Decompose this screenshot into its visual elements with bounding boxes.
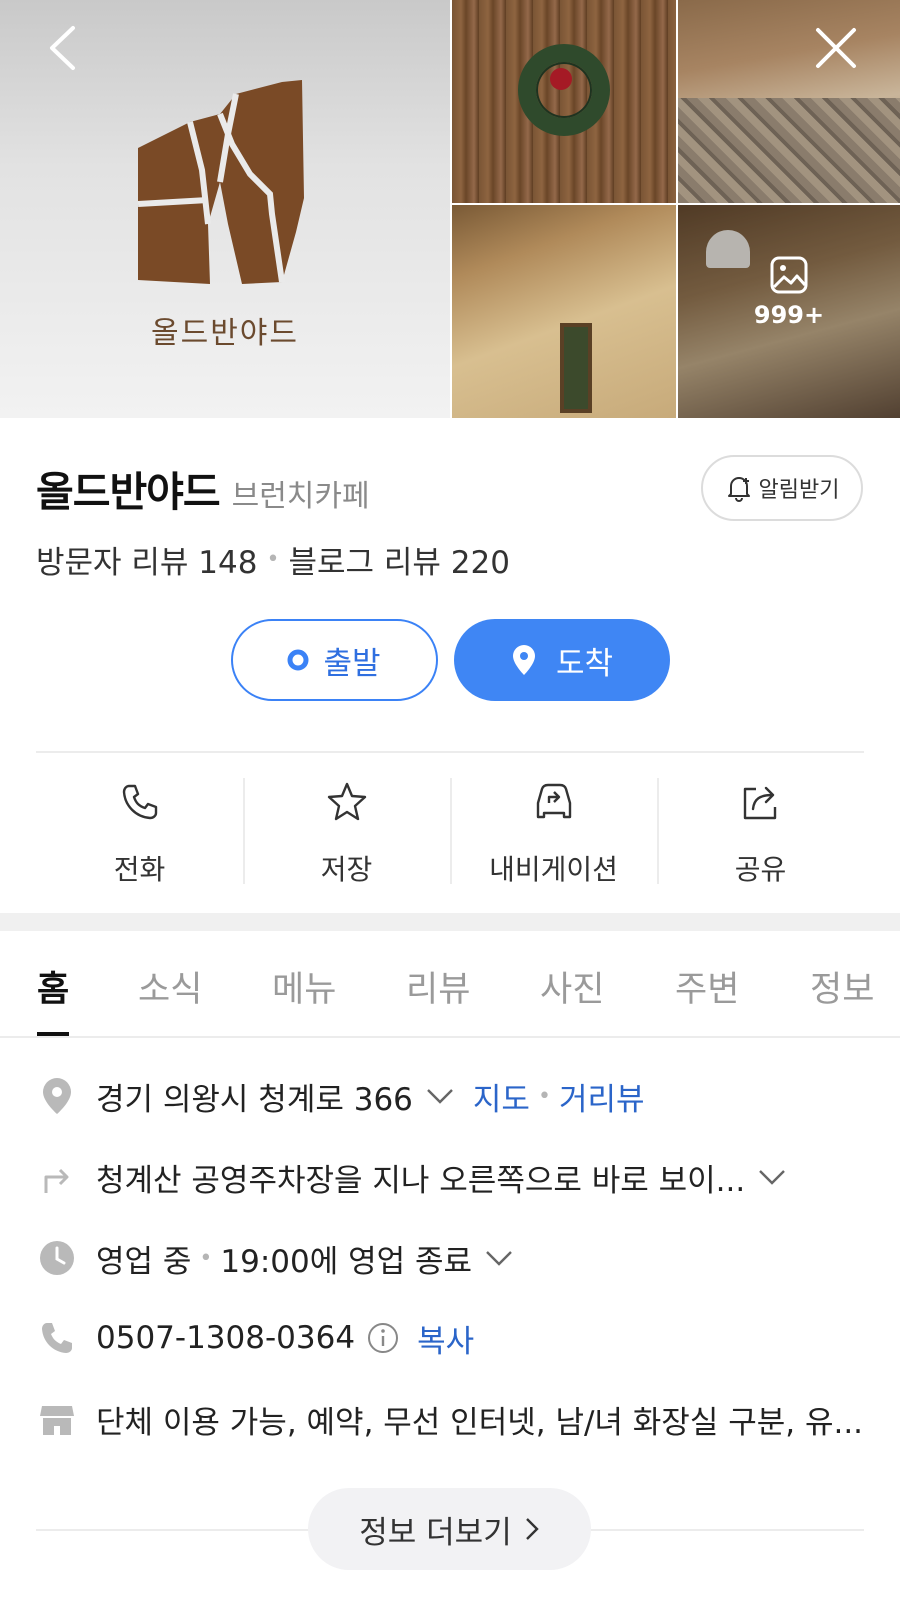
action-bar: 전화 저장 내비게이션 공유 bbox=[36, 778, 864, 888]
navigation-label: 내비게이션 bbox=[489, 853, 618, 886]
blog-review-link[interactable]: 블로그 리뷰 220 bbox=[288, 537, 509, 582]
wreath-decoration bbox=[518, 44, 610, 136]
separator-dot: • bbox=[537, 1083, 551, 1109]
active-tab-indicator bbox=[37, 1032, 69, 1036]
share-action[interactable]: 공유 bbox=[657, 778, 864, 888]
more-info-label: 정보 더보기 bbox=[359, 1514, 512, 1551]
photo-interior-ceiling[interactable] bbox=[452, 205, 676, 418]
title-row: 올드반야드 브런치카페 bbox=[36, 458, 370, 518]
directions-row: 청계산 공영주차장을 지나 오른쪽으로 바로 보이... bbox=[36, 1152, 876, 1202]
location-pin-icon bbox=[36, 1076, 78, 1116]
phone-icon bbox=[36, 1321, 78, 1355]
tab-info[interactable]: 정보 bbox=[810, 961, 874, 1012]
business-status: 영업 중 bbox=[96, 1243, 192, 1280]
back-button[interactable] bbox=[32, 18, 92, 78]
photo-count: 999+ bbox=[753, 301, 825, 329]
clock-icon bbox=[36, 1240, 78, 1276]
divider bbox=[36, 751, 864, 753]
facilities-text[interactable]: 단체 이용 가능, 예약, 무선 인터넷, 남/녀 화장실 구분, 유... bbox=[96, 1397, 863, 1442]
tab-menu[interactable]: 메뉴 bbox=[272, 961, 336, 1012]
tab-reviews[interactable]: 리뷰 bbox=[406, 961, 470, 1012]
info-circle-icon[interactable] bbox=[367, 1322, 399, 1354]
depart-button[interactable]: 출발 bbox=[230, 619, 438, 701]
phone-icon bbox=[120, 778, 160, 826]
tab-bar: 홈 소식 메뉴 리뷰 사진 주변 정보 bbox=[0, 931, 900, 1038]
phone-row: 0507-1308-0364 복사 bbox=[36, 1313, 876, 1363]
phone-number[interactable]: 0507-1308-0364 bbox=[96, 1320, 355, 1356]
chevron-down-icon[interactable] bbox=[484, 1249, 514, 1267]
share-icon bbox=[740, 778, 782, 826]
photo-interior-stone[interactable] bbox=[678, 0, 900, 203]
facilities-row: 단체 이용 가능, 예약, 무선 인터넷, 남/녀 화장실 구분, 유... bbox=[36, 1394, 876, 1444]
tab-home[interactable]: 홈 bbox=[37, 961, 69, 1012]
image-icon bbox=[769, 255, 809, 299]
depart-label: 출발 bbox=[323, 645, 381, 682]
chevron-left-icon bbox=[50, 26, 75, 70]
save-label: 저장 bbox=[320, 853, 373, 886]
close-icon bbox=[816, 28, 856, 68]
hours-row: 영업 중 • 19:00에 영업 종료 bbox=[36, 1233, 876, 1283]
roadview-link[interactable]: 거리뷰 bbox=[559, 1074, 645, 1119]
tab-nearby[interactable]: 주변 bbox=[675, 961, 739, 1012]
directions-text[interactable]: 청계산 공영주차장을 지나 오른쪽으로 바로 보이... bbox=[96, 1155, 745, 1200]
place-name: 올드반야드 bbox=[36, 468, 221, 516]
tab-photos[interactable]: 사진 bbox=[540, 961, 604, 1012]
route-buttons: 출발 도착 bbox=[0, 619, 900, 701]
location-pin-icon bbox=[512, 645, 535, 675]
closing-time[interactable]: 19:00에 영업 종료 bbox=[220, 1236, 472, 1281]
car-navigation-icon bbox=[532, 778, 576, 826]
bell-plus-icon bbox=[727, 477, 750, 502]
star-icon bbox=[326, 778, 368, 826]
address-row: 경기 의왕시 청계로 366 지도 • 거리뷰 bbox=[36, 1071, 876, 1121]
turn-right-icon bbox=[36, 1159, 78, 1195]
store-icon bbox=[36, 1402, 78, 1436]
chevron-down-icon[interactable] bbox=[425, 1087, 455, 1105]
place-category: 브런치카페 bbox=[231, 479, 370, 514]
visitor-review-link[interactable]: 방문자 리뷰 148 bbox=[36, 537, 257, 582]
copy-button[interactable]: 복사 bbox=[417, 1316, 474, 1361]
chevron-down-icon[interactable] bbox=[757, 1168, 787, 1186]
chevron-right-icon bbox=[525, 1518, 539, 1540]
stone-wall bbox=[678, 98, 900, 203]
call-label: 전화 bbox=[113, 853, 166, 886]
tab-news[interactable]: 소식 bbox=[138, 961, 202, 1012]
separator-dot: • bbox=[266, 547, 280, 572]
window bbox=[560, 323, 592, 413]
save-action[interactable]: 저장 bbox=[243, 778, 450, 888]
close-button[interactable] bbox=[806, 18, 866, 78]
logo-text: 올드반야드 bbox=[151, 316, 299, 351]
photo-more[interactable]: 999+ bbox=[678, 205, 900, 418]
call-action[interactable]: 전화 bbox=[36, 778, 243, 888]
brand-logo bbox=[137, 80, 304, 284]
alarm-label: 알림받기 bbox=[758, 478, 840, 503]
photo-count-overlay: 999+ bbox=[678, 255, 900, 329]
photo-wreath[interactable] bbox=[452, 0, 676, 203]
more-info-button[interactable]: 정보 더보기 bbox=[308, 1488, 591, 1570]
address-text[interactable]: 경기 의왕시 청계로 366 bbox=[96, 1074, 413, 1119]
arrive-label: 도착 bbox=[555, 645, 614, 682]
alarm-button[interactable]: 알림받기 bbox=[701, 455, 863, 521]
section-gap bbox=[0, 913, 900, 931]
separator-dot: • bbox=[199, 1245, 213, 1271]
share-label: 공유 bbox=[734, 853, 787, 886]
origin-dot-icon bbox=[287, 649, 309, 671]
navigation-action[interactable]: 내비게이션 bbox=[450, 778, 657, 888]
review-counts: 방문자 리뷰 148 • 블로그 리뷰 220 bbox=[36, 537, 510, 582]
arrive-button[interactable]: 도착 bbox=[453, 619, 670, 701]
map-link[interactable]: 지도 bbox=[473, 1074, 530, 1119]
photo-gallery: 올드반야드 999+ bbox=[0, 0, 900, 418]
